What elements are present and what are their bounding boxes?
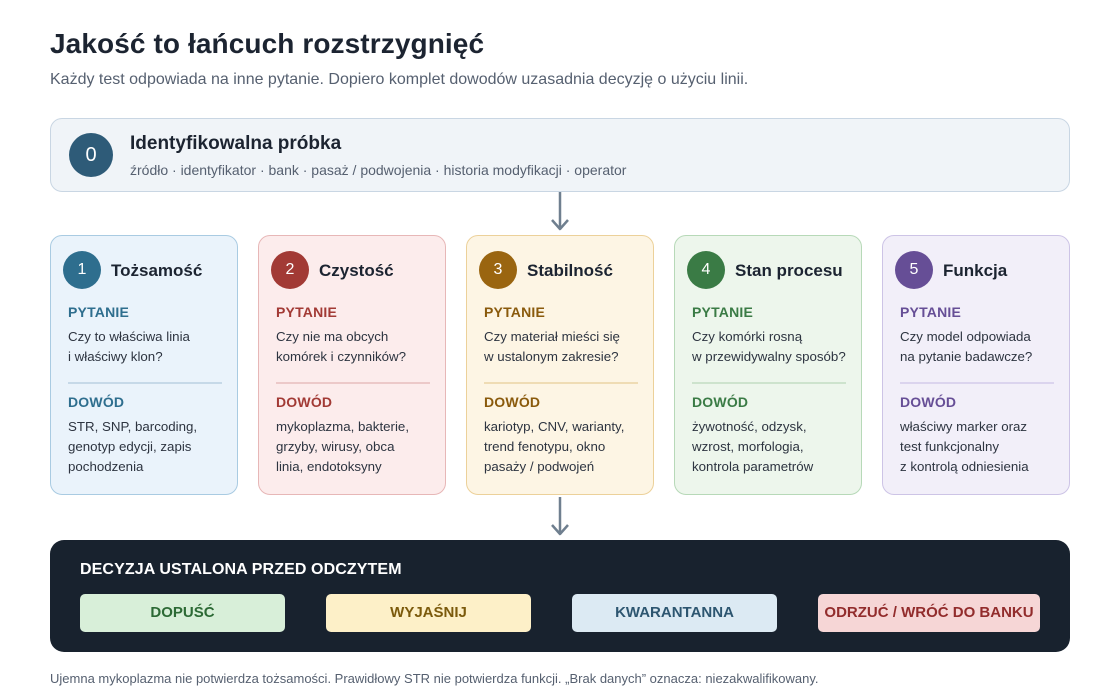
card-title: Tożsamość [111,261,203,280]
sample-title: Identyfikowalna próbka [130,133,342,154]
card-divider [276,382,430,384]
evidence-text: właściwy marker oraz test funkcjonalny z… [900,419,1029,474]
evidence-text: STR, SNP, barcoding, genotyp edycji, zap… [68,419,198,474]
question-label: PYTANIE [900,304,962,320]
evidence-label: DOWÓD [68,394,125,410]
footnote: Ujemna mykoplazma nie potwierdza tożsamo… [50,671,819,686]
decision-option-1[interactable]: DOPUŚĆ [80,594,285,632]
evidence-text: kariotyp, CNV, warianty, trend fenotypu,… [484,419,625,474]
question-text: Czy model odpowiada na pytanie badawcze? [900,329,1033,364]
card-5: 5 Funkcja PYTANIE Czy model odpowiada na py… [882,235,1070,495]
card-number-badge: 3 [479,251,517,289]
decision-title: DECYZJA USTALONA PRZED ODCZYTEM [80,561,402,578]
evidence-label: DOWÓD [484,394,541,410]
evidence-text: mykoplazma, bakterie, grzyby, wirusy, ob… [276,419,410,474]
decision-panel: DECYZJA USTALONA PRZED ODCZYTEM DOPUŚĆ WY… [50,540,1070,652]
question-label: PYTANIE [692,304,754,320]
question-text: Czy nie ma obcych komórek i czynników? [276,329,407,364]
evidence-text: żywotność, odzysk, wzrost, morfologia, k… [692,419,814,474]
decision-option-3[interactable]: KWARANTANNA [572,594,777,632]
question-text: Czy materiał mieści się w ustalonym zakr… [484,329,620,364]
sample-number-badge: 0 [69,133,113,177]
card-divider [900,382,1054,384]
question-label: PYTANIE [68,304,130,320]
card-divider [68,382,222,384]
question-text: Czy komórki rosną w przewidywalny sposób… [692,329,846,364]
page-title: Jakość to łańcuch rozstrzygnięć [50,28,485,59]
card-4: 4 Stan procesu PYTANIE Czy komórki rosną w … [674,235,862,495]
card-title: Stabilność [527,261,613,280]
page-subtitle: Każdy test odpowiada na inne pytanie. Do… [50,71,749,88]
card-divider [484,382,638,384]
card-title: Funkcja [943,261,1008,280]
evidence-label: DOWÓD [900,394,957,410]
question-label: PYTANIE [484,304,546,320]
arrow-down-icon [551,497,569,536]
card-1: 1 Tożsamość PYTANIE Czy to właściwa linia i… [50,235,238,495]
decision-option-4[interactable]: ODRZUĆ / WRÓĆ DO BANKU [818,594,1040,632]
decision-option-2[interactable]: WYJAŚNIJ [326,594,531,632]
card-2: 2 Czystość PYTANIE Czy nie ma obcych komóre… [258,235,446,495]
card-3: 3 Stabilność PYTANIE Czy materiał mieści si… [466,235,654,495]
card-number-badge: 2 [271,251,309,289]
card-number-badge: 1 [63,251,101,289]
card-number-badge: 4 [687,251,725,289]
sample-box: 0 Identyfikowalna próbka źródło · identy… [50,118,1070,192]
evidence-label: DOWÓD [692,394,749,410]
question-text: Czy to właściwa linia i właściwy klon? [68,329,190,364]
card-title: Stan procesu [735,261,843,280]
card-number-badge: 5 [895,251,933,289]
evidence-label: DOWÓD [276,394,333,410]
card-divider [692,382,846,384]
sample-items: źródło · identyfikator · bank · pasaż / … [130,162,627,178]
arrow-down-icon [551,192,569,231]
card-title: Czystość [319,261,394,280]
question-label: PYTANIE [276,304,338,320]
